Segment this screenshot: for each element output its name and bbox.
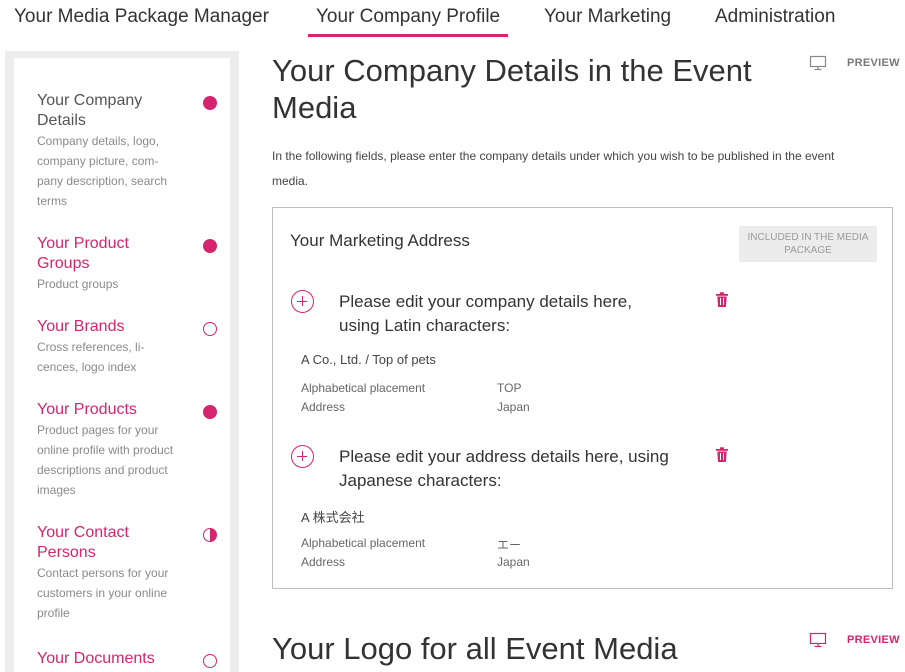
monitor-icon	[809, 55, 827, 71]
sidebar-panel: Your Company Details Company details, lo…	[14, 58, 230, 672]
main-content: Your Company Details in the Event Media …	[272, 0, 900, 672]
sidebar-item-title: Your Products	[37, 401, 137, 418]
sidebar-item-title: Your Product Groups	[37, 235, 129, 272]
status-empty-icon	[203, 322, 217, 336]
entry-heading: Please edit your address details here, u…	[339, 447, 669, 490]
tab-media-package-manager[interactable]: Your Media Package Manager	[14, 6, 269, 28]
sidebar-item-company-details[interactable]: Your Company Details Company details, lo…	[37, 91, 217, 211]
preview-label: PREVIEW	[847, 634, 900, 646]
company-name-latin: A Co., Ltd. / Top of pets	[301, 352, 436, 367]
row-label: Address	[301, 400, 346, 414]
box-title: Your Marketing Address	[290, 231, 470, 250]
status-partial-icon	[203, 528, 217, 542]
sidebar-item-title: Your Company Details	[37, 92, 143, 129]
entry-heading: Please edit your company details here, u…	[339, 292, 632, 335]
company-name-japanese: A 株式会社	[301, 510, 365, 525]
status-complete-icon	[203, 96, 217, 110]
trash-icon[interactable]	[715, 292, 729, 308]
trash-icon[interactable]	[715, 447, 729, 463]
sidebar-item-desc: Product groups	[37, 277, 119, 291]
marketing-address-box: Your Marketing Address INCLUDED IN THE M…	[272, 207, 893, 589]
sidebar-item-contact-persons[interactable]: Your Contact Persons Contact persons for…	[37, 523, 217, 623]
included-badge: INCLUDED IN THE MEDIA PACKAGE	[739, 226, 877, 262]
row-value: Japan	[497, 400, 530, 414]
sidebar-item-desc: Contact persons for your customers in yo…	[37, 566, 169, 620]
sidebar-item-title: Your Contact Persons	[37, 524, 129, 561]
status-complete-icon	[203, 239, 217, 253]
sidebar-item-product-groups[interactable]: Your Product Groups Product groups	[37, 234, 217, 294]
row-value: Japan	[497, 555, 530, 569]
preview-button[interactable]: PREVIEW	[809, 55, 900, 71]
sidebar-item-products[interactable]: Your Products Product pages for your onl…	[37, 400, 217, 500]
sidebar-item-desc: Product pages for your online profile wi…	[37, 423, 174, 497]
sidebar-item-desc: Cross references, li-cences, logo index	[37, 340, 145, 374]
plus-circle-icon[interactable]	[291, 290, 314, 313]
page-title: Your Company Details in the Event Media	[272, 53, 752, 125]
sidebar-item-title: Your Brands	[37, 318, 125, 335]
sidebar-item-documents[interactable]: Your Documents	[37, 649, 217, 669]
status-empty-icon	[203, 654, 217, 668]
monitor-icon	[809, 632, 827, 648]
sidebar-item-desc: Company details, logo, company picture, …	[37, 134, 168, 208]
logo-preview-button[interactable]: PREVIEW	[809, 632, 900, 648]
row-label: Address	[301, 555, 346, 569]
sidebar-item-title: Your Documents	[37, 650, 155, 667]
logo-section-title: Your Logo for all Event Media	[272, 631, 678, 666]
status-complete-icon	[203, 405, 217, 419]
plus-circle-icon[interactable]	[291, 445, 314, 468]
row-value: エー	[497, 538, 522, 552]
sidebar-item-brands[interactable]: Your Brands Cross references, li-cences,…	[37, 317, 217, 377]
row-label: Alphabetical placement	[301, 536, 426, 550]
row-value: TOP	[497, 381, 522, 395]
row-label: Alphabetical placement	[301, 381, 426, 395]
intro-text: In the following fields, please enter th…	[272, 149, 835, 188]
sidebar: Your Company Details Company details, lo…	[5, 51, 239, 672]
preview-label: PREVIEW	[847, 57, 900, 69]
